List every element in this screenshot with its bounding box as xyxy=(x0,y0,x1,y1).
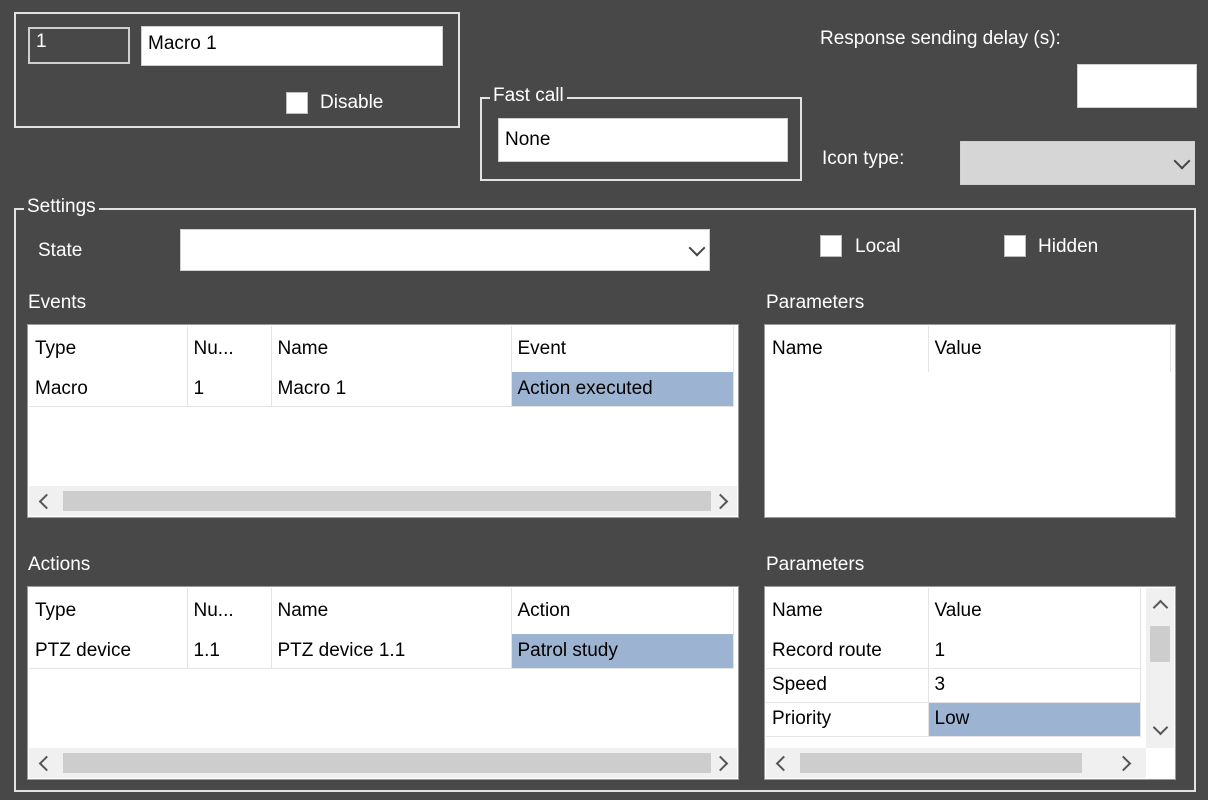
events-parameters-label: Parameters xyxy=(766,292,865,313)
disable-checkbox[interactable] xyxy=(286,92,308,114)
cell-type: PTZ device xyxy=(29,634,188,669)
macro-number-field[interactable]: 1 xyxy=(28,27,130,64)
cell-value: 3 xyxy=(928,668,1141,703)
icon-type-select xyxy=(960,141,1195,185)
cell-type: Macro xyxy=(29,372,188,407)
fast-call-field[interactable]: None xyxy=(498,118,788,162)
actions-parameters-table[interactable]: Name Value Record route 1 Speed 3 Priori… xyxy=(764,586,1176,780)
scroll-right-icon[interactable] xyxy=(712,755,729,772)
table-row[interactable]: Macro 1 Macro 1 Action executed xyxy=(29,372,734,407)
column-header-value[interactable]: Value xyxy=(928,588,1141,634)
events-table[interactable]: Type Nu... Name Event Macro 1 Macro 1 Ac… xyxy=(27,324,739,518)
chevron-down-icon xyxy=(1173,152,1191,170)
column-header-action[interactable]: Action xyxy=(511,588,734,634)
state-label: State xyxy=(38,240,83,261)
column-header-name[interactable]: Name xyxy=(766,588,929,634)
cell-name: Priority xyxy=(766,702,929,737)
events-parameters-table[interactable]: Name Value xyxy=(764,324,1176,518)
hidden-label: Hidden xyxy=(1038,236,1099,257)
scroll-up-icon[interactable] xyxy=(1152,599,1169,616)
scroll-right-icon[interactable] xyxy=(1115,755,1132,772)
cell-number: 1.1 xyxy=(187,634,272,669)
icon-type-label: Icon type: xyxy=(822,148,905,169)
cell-name: Record route xyxy=(766,634,929,669)
actions-table[interactable]: Type Nu... Name Action PTZ device 1.1 PT… xyxy=(27,586,739,780)
settings-legend: Settings xyxy=(24,196,99,218)
actions-parameters-vscrollbar[interactable] xyxy=(1146,588,1174,748)
cell-value: 1 xyxy=(928,634,1141,669)
column-header-event[interactable]: Event xyxy=(511,326,734,372)
column-header-name[interactable]: Name xyxy=(271,588,512,634)
table-row[interactable]: PTZ device 1.1 PTZ device 1.1 Patrol stu… xyxy=(29,634,734,669)
fast-call-legend: Fast call xyxy=(490,85,567,107)
table-row[interactable]: Record route 1 xyxy=(766,634,1141,669)
cell-name: Macro 1 xyxy=(271,372,512,407)
events-hscrollbar[interactable] xyxy=(29,486,737,516)
actions-hscrollbar[interactable] xyxy=(29,748,737,778)
column-header-type[interactable]: Type xyxy=(29,588,188,634)
macro-name-field[interactable]: Macro 1 xyxy=(141,26,443,66)
column-header-number[interactable]: Nu... xyxy=(187,588,272,634)
scroll-thumb[interactable] xyxy=(63,753,711,773)
column-header-value[interactable]: Value xyxy=(928,326,1171,372)
actions-label: Actions xyxy=(28,554,91,575)
table-row[interactable]: Speed 3 xyxy=(766,668,1141,703)
column-header-type[interactable]: Type xyxy=(29,326,188,372)
local-checkbox[interactable] xyxy=(820,235,842,257)
scroll-thumb[interactable] xyxy=(800,753,1082,773)
response-delay-label: Response sending delay (s): xyxy=(820,28,1061,49)
scroll-down-icon[interactable] xyxy=(1152,719,1169,736)
state-select[interactable] xyxy=(180,229,710,271)
column-header-number[interactable]: Nu... xyxy=(187,326,272,372)
cell-event: Action executed xyxy=(511,372,734,407)
scroll-left-icon[interactable] xyxy=(38,493,55,510)
events-label: Events xyxy=(28,292,87,313)
column-header-name[interactable]: Name xyxy=(271,326,512,372)
disable-label: Disable xyxy=(320,92,384,113)
response-delay-field[interactable] xyxy=(1077,64,1197,108)
scroll-right-icon[interactable] xyxy=(712,493,729,510)
scroll-left-icon[interactable] xyxy=(775,755,792,772)
table-row[interactable]: Priority Low xyxy=(766,702,1141,737)
actions-parameters-label: Parameters xyxy=(766,554,865,575)
cell-value: Low xyxy=(928,702,1141,737)
hidden-checkbox[interactable] xyxy=(1004,235,1026,257)
cell-name: PTZ device 1.1 xyxy=(271,634,512,669)
scroll-left-icon[interactable] xyxy=(38,755,55,772)
column-header-name[interactable]: Name xyxy=(766,326,929,372)
cell-action: Patrol study xyxy=(511,634,734,669)
local-label: Local xyxy=(855,236,901,257)
actions-parameters-hscrollbar[interactable] xyxy=(766,748,1146,778)
chevron-down-icon xyxy=(688,239,706,257)
scroll-thumb[interactable] xyxy=(63,491,711,511)
cell-number: 1 xyxy=(187,372,272,407)
cell-name: Speed xyxy=(766,668,929,703)
scroll-thumb[interactable] xyxy=(1150,626,1170,662)
